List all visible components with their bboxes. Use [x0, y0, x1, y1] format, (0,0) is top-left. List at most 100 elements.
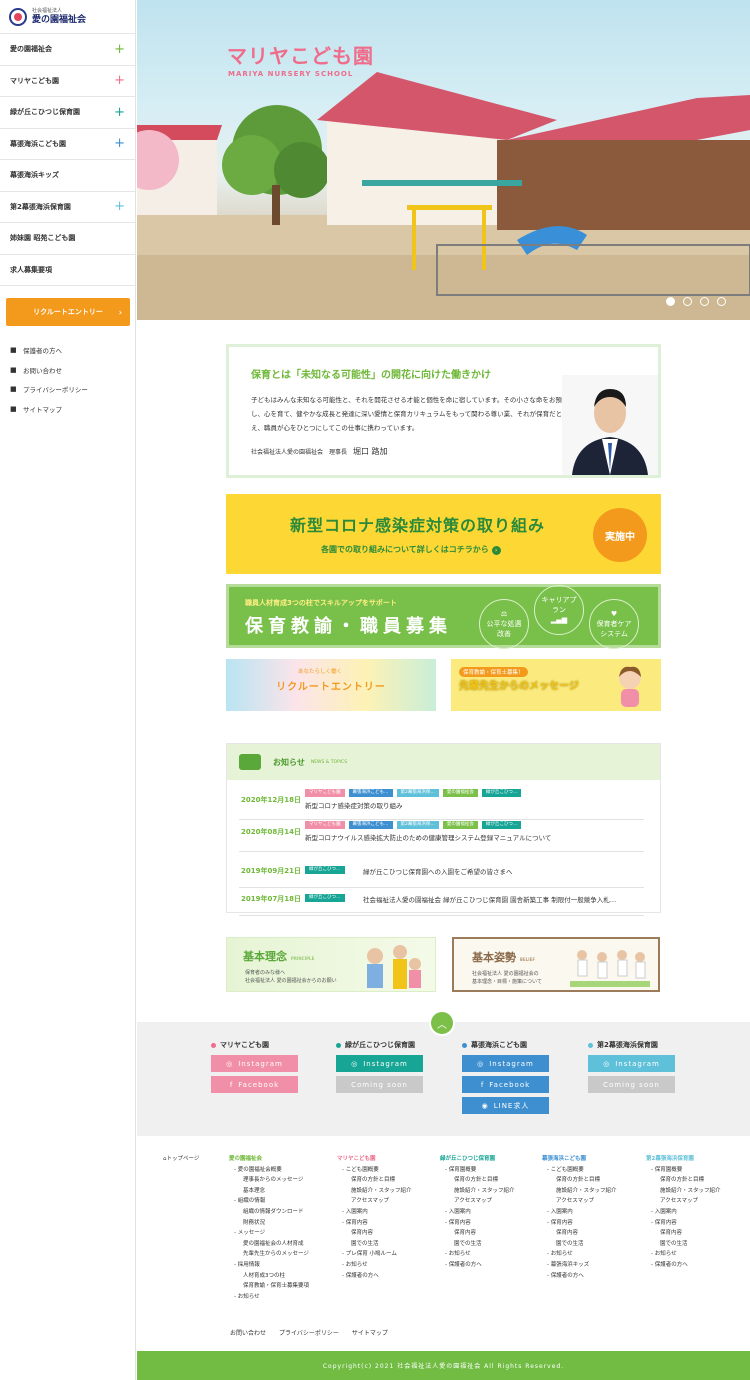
sitemap-link[interactable]: 保育の方針と目標 — [542, 1175, 617, 1186]
category-tag[interactable]: 緑が丘こひつ… — [481, 821, 522, 829]
sidebar-item-1[interactable]: マリヤこども園 + — [0, 66, 135, 97]
instagram-button[interactable]: ◎ Instagram — [588, 1055, 675, 1072]
plus-icon[interactable]: + — [114, 137, 125, 150]
category-tag[interactable]: 第2幕張海浜保… — [396, 821, 439, 829]
category-tag[interactable]: 愛の園福祉会 — [442, 821, 478, 829]
sitemap-link[interactable]: - お知らせ — [440, 1249, 515, 1260]
sitemap-link[interactable]: 施設紹介・スタッフ紹介 — [337, 1186, 412, 1197]
sidebar-sub-link[interactable]: ■ プライバシーポリシー — [10, 379, 88, 399]
category-tag[interactable]: 緑が丘こひつ… — [305, 866, 345, 874]
sitemap-column-head[interactable]: 愛の園福祉会 — [229, 1154, 309, 1165]
sitemap-link[interactable]: - お知らせ — [229, 1292, 309, 1303]
corona-banner[interactable]: 新型コロナ感染症対策の取り組み 各園での取り組みについて詳しくはコチラから › … — [226, 494, 661, 574]
sitemap-column-head[interactable]: マリヤこども園 — [337, 1154, 412, 1165]
category-tag[interactable]: 愛の園福祉会 — [442, 789, 478, 797]
sidebar-item-4[interactable]: 幕張海浜キッズ — [0, 160, 135, 192]
line--button[interactable]: ◉ LINE求人 — [462, 1097, 549, 1114]
recruit-entry-banner[interactable]: あなたらしく働く リクルートエントリー — [226, 659, 436, 711]
news-item[interactable]: 2019年07月18日 緑が丘こひつ… 社会福祉法人愛の園福祉会 緑が丘こひつじ保育… — [239, 884, 644, 916]
sidebar-sub-link[interactable]: ■ 保護者の方へ — [10, 340, 88, 360]
category-tag[interactable]: 幕張海浜こども… — [348, 789, 393, 797]
sitemap-link[interactable]: 保育内容 — [440, 1228, 515, 1239]
sidebar-item-3[interactable]: 幕張海浜こども園 + — [0, 129, 135, 160]
sitemap-link[interactable]: 園での生活 — [440, 1239, 515, 1250]
senpai-message-banner[interactable]: 保育教諭・保育士募集！ 先輩先生からのメッセージ — [451, 659, 661, 711]
sitemap-link[interactable]: アクセスマップ — [440, 1196, 515, 1207]
sitemap-link[interactable]: - 入園案内 — [646, 1207, 721, 1218]
sitemap-link[interactable]: 人材育成3つの柱 — [229, 1271, 309, 1282]
sitemap-link[interactable]: - 保護者の方へ — [337, 1271, 412, 1282]
sitemap-link[interactable]: - 保護者の方へ — [440, 1260, 515, 1271]
sidebar-item-5[interactable]: 第2幕張海浜保育園 + — [0, 192, 135, 223]
sitemap-link[interactable]: 施設紹介・スタッフ紹介 — [646, 1186, 721, 1197]
sitemap-link[interactable]: - 入園案内 — [337, 1207, 412, 1218]
news-item[interactable]: 2020年12月18日 マリヤこども園 幕張海浜こども… 第2幕張海浜保… 愛の園福祉会… — [239, 788, 644, 820]
plus-icon[interactable]: + — [114, 43, 125, 56]
category-tag[interactable]: 緑が丘こひつ… — [481, 789, 522, 797]
sitemap-link[interactable]: - 入園案内 — [542, 1207, 617, 1218]
sitemap-link[interactable]: 先輩先生からのメッセージ — [229, 1249, 309, 1260]
sitemap-link[interactable]: - こども園概要 — [542, 1165, 617, 1176]
sitemap-column-head[interactable]: 第2幕張海浜保育園 — [646, 1154, 721, 1165]
sitemap-link[interactable]: - 保育内容 — [440, 1218, 515, 1229]
sitemap-link[interactable]: 保育内容 — [337, 1228, 412, 1239]
sitemap-link[interactable]: 保育内容 — [542, 1228, 617, 1239]
staff-recruit-banner[interactable]: 職員人材育成3つの柱でスキルアップをサポート 保育教諭・職員募集 ⚖ 公平な処遇改… — [226, 584, 661, 649]
sitemap-link[interactable]: アクセスマップ — [337, 1196, 412, 1207]
instagram-button[interactable]: ◎ Instagram — [462, 1055, 549, 1072]
sitemap-link[interactable]: - 採用情報 — [229, 1260, 309, 1271]
category-tag[interactable]: マリヤこども園 — [305, 789, 345, 797]
principle-banner[interactable]: 基本理念 PRINCIPLE 保育者のみな様へ 社会福祉法人 愛の園福祉会からのお… — [226, 937, 436, 992]
facebook-button[interactable]: f Facebook — [211, 1076, 298, 1093]
sidebar-item-7[interactable]: 求人募集要項 — [0, 255, 135, 286]
sitemap-link[interactable]: 基本理念 — [229, 1186, 309, 1197]
sitemap-link[interactable]: - 幕張海浜キッズ — [542, 1260, 617, 1271]
footer-link[interactable]: サイトマップ — [352, 1328, 388, 1337]
news-item[interactable]: 2020年08月14日 マリヤこども園 幕張海浜こども… 第2幕張海浜保… 愛の園福祉会… — [239, 820, 644, 852]
sitemap-link[interactable]: - お知らせ — [337, 1260, 412, 1271]
site-logo[interactable]: 社会福祉法人 愛の園福祉会 — [0, 0, 135, 34]
sitemap-link[interactable]: - 保育園概要 — [646, 1165, 721, 1176]
footer-link[interactable]: プライバシーポリシー — [279, 1328, 339, 1337]
news-title-link[interactable]: 緑が丘こひつじ保育園への入園をご希望の皆さまへ — [363, 866, 513, 876]
sitemap-link[interactable]: 財務状況 — [229, 1218, 309, 1229]
scroll-top-button[interactable]: ︿ — [429, 1010, 455, 1036]
sitemap-link[interactable]: アクセスマップ — [646, 1196, 721, 1207]
sitemap-link[interactable]: 保育内容 — [646, 1228, 721, 1239]
slider-dot[interactable] — [700, 297, 709, 306]
sitemap-home-link[interactable]: ⌂トップページ — [163, 1154, 199, 1165]
sitemap-column-head[interactable]: 緑が丘こひつじ保育園 — [440, 1154, 515, 1165]
sitemap-link[interactable]: 園での生活 — [646, 1239, 721, 1250]
slider-dot[interactable] — [666, 297, 675, 306]
plus-icon[interactable]: + — [114, 74, 125, 87]
stance-banner[interactable]: 基本姿勢 BELIEF 社会福祉法人 愛の園福祉会の 基本理念・目標・施策について — [452, 937, 660, 992]
sitemap-link[interactable]: 園での生活 — [337, 1239, 412, 1250]
sidebar-sub-link[interactable]: ■ お問い合わせ — [10, 360, 88, 380]
news-title-link[interactable]: 新型コロナウイルス感染拡大防止のための健康管理システム登録マニュアルについて — [305, 832, 551, 842]
sitemap-link[interactable]: - メッセージ — [229, 1228, 309, 1239]
sitemap-link[interactable]: 保育の方針と目標 — [440, 1175, 515, 1186]
category-tag[interactable]: 緑が丘こひつ… — [305, 894, 345, 902]
sitemap-link[interactable]: 保育の方針と目標 — [646, 1175, 721, 1186]
sitemap-link[interactable]: - 保護者の方へ — [646, 1260, 721, 1271]
sitemap-link[interactable]: - プレ保育 小鳩ルーム — [337, 1249, 412, 1260]
sitemap-link[interactable]: - 保育園概要 — [440, 1165, 515, 1176]
sitemap-link[interactable]: 愛の園福祉会の人材育成 — [229, 1239, 309, 1250]
slider-dot[interactable] — [683, 297, 692, 306]
footer-link[interactable]: お問い合わせ — [230, 1328, 266, 1337]
sitemap-link[interactable]: - 組織の情報 — [229, 1196, 309, 1207]
sitemap-link[interactable]: 保育の方針と目標 — [337, 1175, 412, 1186]
sidebar-item-2[interactable]: 緑が丘こひつじ保育園 + — [0, 97, 135, 129]
sidebar-item-6[interactable]: 姉妹園 昭苑こども園 — [0, 223, 135, 255]
sitemap-link[interactable]: 組織の情報ダウンロード — [229, 1207, 309, 1218]
sitemap-link[interactable]: - 保育内容 — [646, 1218, 721, 1229]
sitemap-link[interactable]: - こども園概要 — [337, 1165, 412, 1176]
sitemap-link[interactable]: - 入園案内 — [440, 1207, 515, 1218]
instagram-button[interactable]: ◎ Instagram — [211, 1055, 298, 1072]
sitemap-link[interactable]: - お知らせ — [646, 1249, 721, 1260]
plus-icon[interactable]: + — [114, 200, 125, 213]
recruit-entry-button[interactable]: リクルートエントリー › — [6, 298, 130, 326]
sitemap-link[interactable]: 理事長からのメッセージ — [229, 1175, 309, 1186]
sitemap-link[interactable]: 施設紹介・スタッフ紹介 — [440, 1186, 515, 1197]
sitemap-link[interactable]: - 愛の園福祉会概要 — [229, 1165, 309, 1176]
